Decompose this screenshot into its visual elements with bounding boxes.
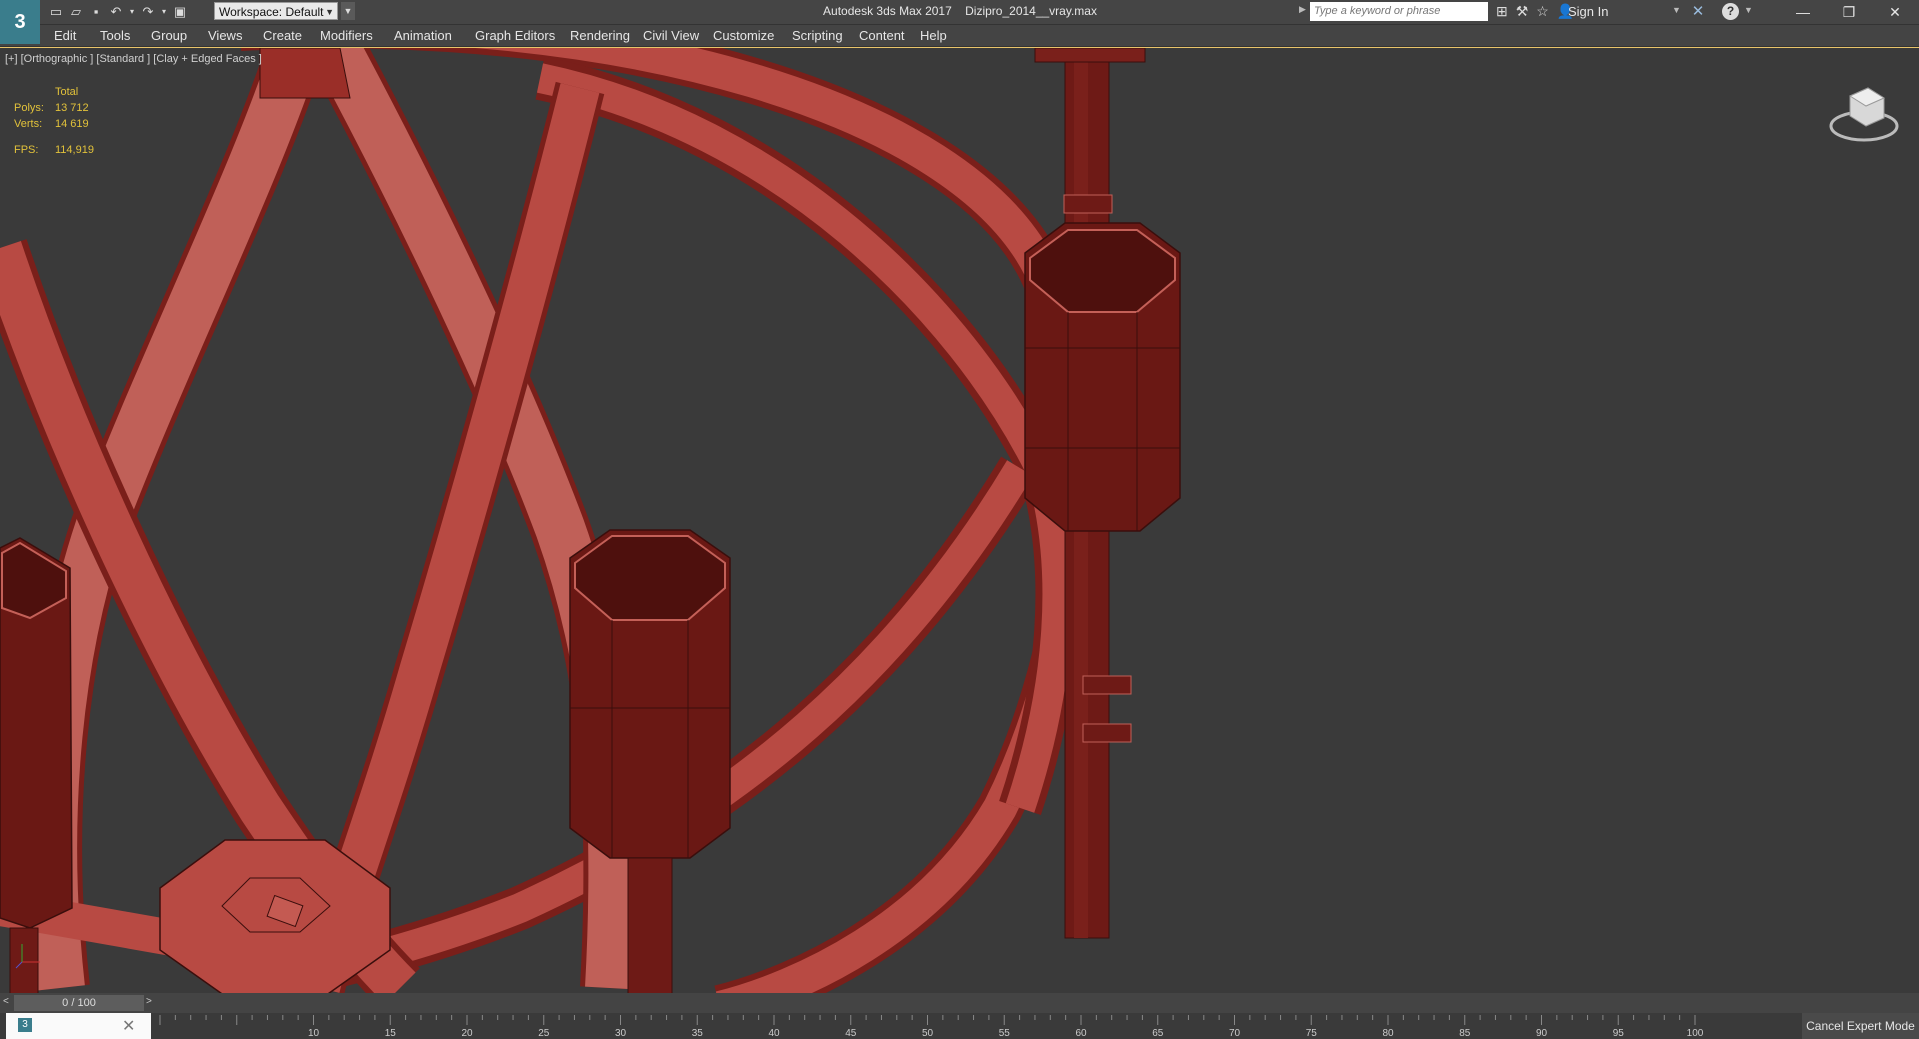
viewport-label[interactable]: [+] [Orthographic ] [Standard ] [Clay + … [5, 53, 262, 65]
binoculars-icon[interactable]: ⊞ [1496, 3, 1508, 20]
sign-in-button[interactable]: Sign In [1568, 4, 1608, 19]
status-area: 3 ✕ 10 15 20 25 30 35 40 45 50 55 60 65 70 75 80 85 90 95… [0, 1013, 1919, 1039]
axis-tripod-icon [15, 944, 40, 969]
time-slider-bar: < 0 / 100 > [0, 993, 1919, 1013]
help-dropdown-icon[interactable]: ▼ [1744, 5, 1753, 15]
menu-edit[interactable]: Edit [54, 28, 76, 43]
time-slider-prev-icon[interactable]: < [3, 996, 9, 1007]
viewport-model-render [0, 48, 1181, 994]
candle-cup-right [1024, 222, 1181, 532]
timeline-tick-label: 60 [1075, 1028, 1087, 1039]
menu-views[interactable]: Views [208, 28, 242, 43]
timeline-tick-label: 95 [1613, 1028, 1625, 1039]
perspective-viewport[interactable]: [+] [Orthographic ] [Standard ] [Clay + … [0, 47, 1919, 994]
timeline-tick-label: 25 [538, 1028, 550, 1039]
favorites-star-icon[interactable]: ☆ [1536, 3, 1549, 20]
quick-access-toolbar: ▭ ▱ ▪ ↶ ▾ ↷ ▾ ▣ [48, 3, 188, 21]
menu-bar: Edit Tools Group Views Create Modifiers … [0, 25, 1919, 47]
timeline-tick-label: 50 [922, 1028, 934, 1039]
top-hub [259, 48, 351, 99]
timeline-tick-label: 10 [308, 1028, 320, 1039]
undo-icon[interactable]: ↶ [108, 4, 124, 20]
timeline-tick-label: 90 [1536, 1028, 1548, 1039]
menu-rendering[interactable]: Rendering [570, 28, 630, 43]
stats-fps-label: FPS: [14, 144, 39, 156]
customize-toolbar-dropdown[interactable]: ▼ [341, 2, 355, 20]
search-input[interactable]: Type a keyword or phrase [1310, 2, 1488, 21]
restore-button[interactable]: ❐ [1826, 0, 1872, 24]
close-icon[interactable]: ✕ [122, 1016, 135, 1036]
file-name: Dizipro_2014__vray.max [965, 4, 1097, 18]
infocenter-icons: ⊞ ⚒ ☆ 👤 [1496, 3, 1574, 20]
menu-content[interactable]: Content [859, 28, 905, 43]
new-file-icon[interactable]: ▭ [48, 4, 64, 20]
stats-fps-value: 114,919 [55, 144, 94, 156]
time-slider-next-icon[interactable]: > [146, 996, 152, 1007]
search-expand-icon[interactable]: ▶ [1299, 4, 1306, 15]
autodesk-exchange-icon[interactable]: ✕ [1688, 2, 1708, 21]
timeline-tick-label: 80 [1382, 1028, 1394, 1039]
menu-help[interactable]: Help [920, 28, 947, 43]
timeline-tick-label: 75 [1306, 1028, 1318, 1039]
timeline-tick-label: 40 [768, 1028, 780, 1039]
timeline-ruler[interactable]: 10 15 20 25 30 35 40 45 50 55 60 65 70 75 80 85 90 95 100 [155, 1013, 1750, 1039]
timeline-tick-label: 100 [1687, 1028, 1704, 1039]
redo-dropdown-icon[interactable]: ▾ [160, 4, 168, 20]
save-icon[interactable]: ▪ [88, 4, 104, 20]
stats-polys-label: Polys: [14, 102, 44, 114]
timeline-tick-label: 65 [1152, 1028, 1164, 1039]
menu-customize[interactable]: Customize [713, 28, 774, 43]
maxscript-mini-listener[interactable]: 3 ✕ [6, 1013, 151, 1039]
app-logo-icon[interactable]: 3 [0, 0, 40, 44]
menu-modifiers[interactable]: Modifiers [320, 28, 373, 43]
menu-graph-editors[interactable]: Graph Editors [475, 28, 555, 43]
stats-verts-label: Verts: [14, 118, 43, 130]
timeline-tick-label: 45 [845, 1028, 857, 1039]
timeline-tick-label: 55 [999, 1028, 1011, 1039]
statistics-overlay: Total Polys: 13 712 Verts: 14 619 FPS: 114,… [14, 84, 94, 158]
workspace-label: Workspace: Default [219, 5, 324, 19]
maxscript-icon: 3 [18, 1018, 32, 1032]
open-file-icon[interactable]: ▱ [68, 4, 84, 20]
title-bar: ▭ ▱ ▪ ↶ ▾ ↷ ▾ ▣ Workspace: Default ▼ ▼ A… [0, 0, 1919, 25]
timeline-tick-label: 85 [1459, 1028, 1471, 1039]
undo-dropdown-icon[interactable]: ▾ [128, 4, 136, 20]
window-title: Autodesk 3ds Max 2017 Dizipro_2014__vray… [640, 4, 1280, 18]
timeline-tick-label: 35 [692, 1028, 704, 1039]
sign-in-dropdown-icon[interactable]: ▼ [1672, 5, 1681, 15]
menu-group[interactable]: Group [151, 28, 187, 43]
stats-total-label: Total [55, 86, 79, 98]
timeline-tick-label: 15 [385, 1028, 397, 1039]
chevron-down-icon: ▼ [325, 7, 334, 17]
workspace-selector[interactable]: Workspace: Default ▼ [214, 2, 338, 20]
cancel-expert-mode-button[interactable]: Cancel Expert Mode [1802, 1013, 1919, 1039]
timeline-tick-label: 30 [615, 1028, 627, 1039]
menu-civil-view[interactable]: Civil View [643, 28, 699, 43]
menu-tools[interactable]: Tools [100, 28, 130, 43]
minimize-button[interactable]: — [1780, 0, 1826, 24]
app-title: Autodesk 3ds Max 2017 [823, 4, 952, 18]
project-folder-icon[interactable]: ▣ [172, 4, 188, 20]
timeline-tick-label: 20 [461, 1028, 473, 1039]
stats-verts-value: 14 619 [55, 118, 89, 130]
viewcube-icon[interactable] [1828, 78, 1900, 150]
timeline-tick-label: 70 [1229, 1028, 1241, 1039]
menu-animation[interactable]: Animation [394, 28, 452, 43]
menu-create[interactable]: Create [263, 28, 302, 43]
time-slider[interactable]: 0 / 100 [14, 995, 144, 1011]
help-icon[interactable]: ? [1722, 3, 1739, 20]
close-button[interactable]: ✕ [1872, 0, 1918, 24]
menu-scripting[interactable]: Scripting [792, 28, 843, 43]
redo-icon[interactable]: ↷ [140, 4, 156, 20]
communication-center-icon[interactable]: ⚒ [1516, 3, 1529, 20]
stats-polys-value: 13 712 [55, 102, 89, 114]
